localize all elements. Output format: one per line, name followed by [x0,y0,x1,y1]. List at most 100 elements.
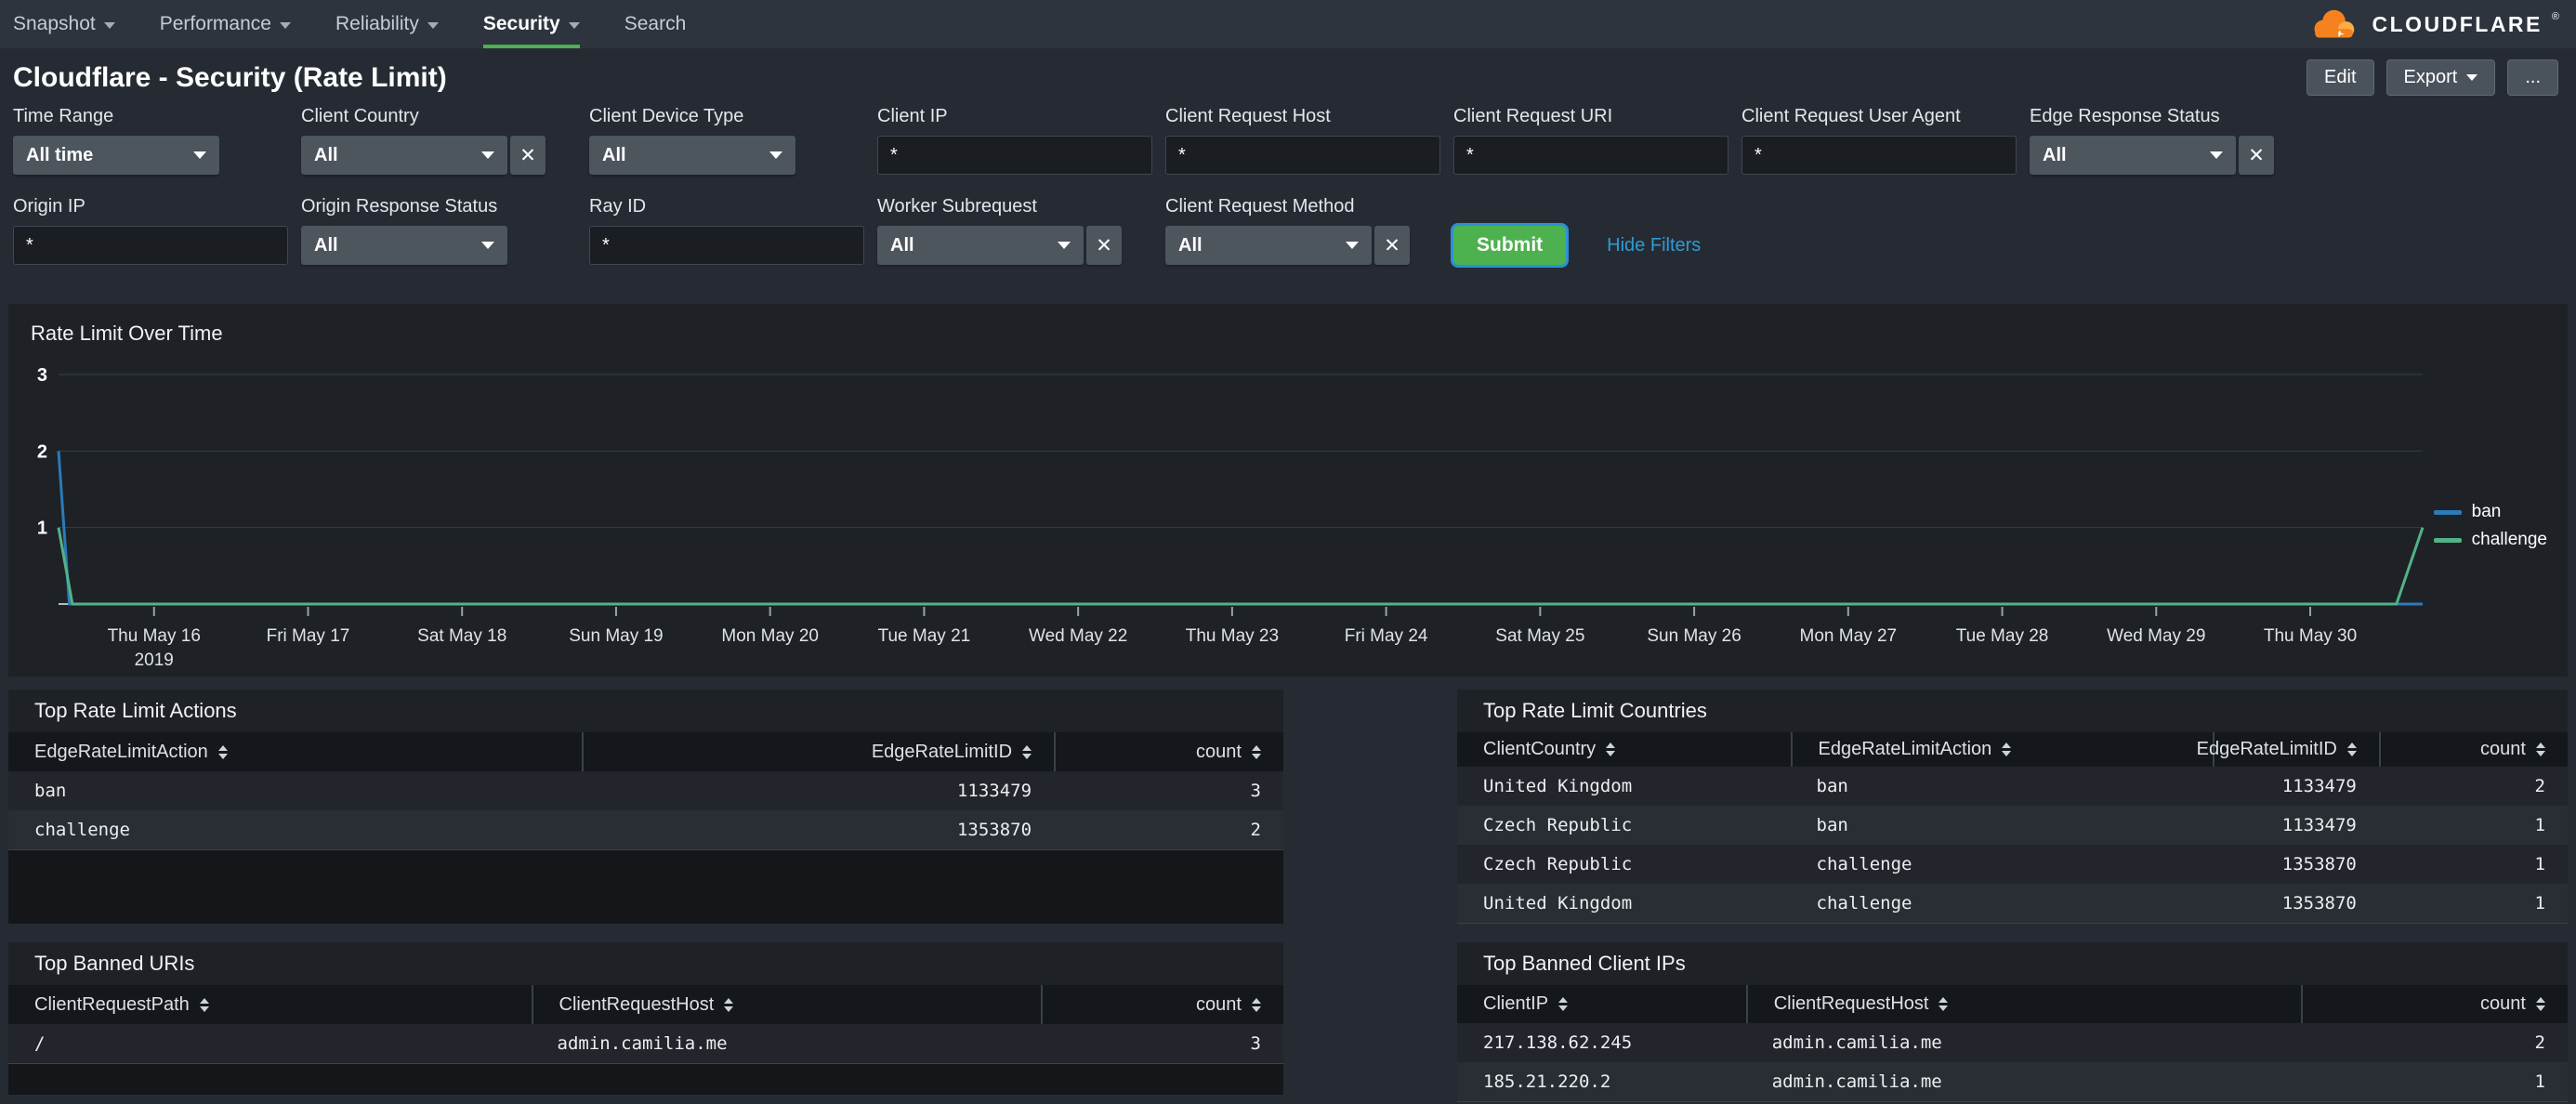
hide-filters-link[interactable]: Hide Filters [1607,235,1701,256]
rate-limit-over-time-panel: Rate Limit Over Time 1 2 3 Thu May 16 2019 Fr… [8,304,2568,677]
table-cell: 3 [1250,781,1261,801]
svg-text:Mon May 27: Mon May 27 [1800,626,1898,646]
column-header-label: ClientIP [1483,993,1549,1014]
svg-text:2019: 2019 [135,651,174,670]
nav-item-performance[interactable]: Performance [160,0,291,48]
selected-value: All [890,234,914,256]
column-header-label: ClientRequestPath [34,993,190,1015]
page-title: Cloudflare - Security (Rate Limit) [13,61,447,93]
table-header-row: EdgeRateLimitAction EdgeRateLimitID count [8,732,1283,771]
table-cell: 1353870 [2281,893,2357,913]
panel-top-banned-client-ips: Top Banned Client IPs ClientIP ClientReque… [1457,942,2568,1102]
time-range-select[interactable]: All time [13,136,219,175]
column-header-label: ClientRequestHost [1773,993,1929,1014]
table-cell: ban [1816,776,1848,796]
table-body: 217.138.62.245 admin.camilia.me 2 185.21.22… [1457,1023,2568,1102]
column-header-label: EdgeRateLimitAction [1818,739,1992,759]
legend-label: ban [2471,502,2502,521]
nav-item-label: Performance [159,13,271,34]
column-header-edgeratelimitaction[interactable]: EdgeRateLimitAction [8,732,582,771]
filter-label: Client Request Host [1165,106,1331,126]
sort-icon [724,998,733,1012]
nav-item-security[interactable]: Security [482,0,580,48]
column-header-clientrequesthost[interactable]: ClientRequestHost [531,985,1042,1024]
client-request-user-agent-input[interactable] [1741,136,2017,175]
filter-ray-id: Ray ID [589,195,877,265]
selected-value: All [602,144,626,165]
origin-response-status-select[interactable]: All [301,226,507,265]
nav-item-snapshot[interactable]: Snapshot [13,0,115,48]
column-header-clientrequestpath[interactable]: ClientRequestPath [8,985,532,1024]
selected-value: All [1178,234,1203,256]
dashboard-app: Snapshot Performance Reliability Security Se… [0,0,2576,1104]
sort-icon [2002,743,2011,756]
client-request-method-select[interactable]: All [1165,226,1372,265]
client-device-type-select[interactable]: All [589,136,795,175]
svg-text:3: 3 [37,365,47,386]
filter-row-1: Time Range All time Client Country All ✕ Clie… [13,105,2576,175]
table-cell: Czech Republic [1483,815,1633,835]
selected-value: All [314,144,338,165]
column-header-count[interactable]: count [1041,985,1283,1024]
column-header-label: count [2480,993,2526,1014]
caret-down-icon [1058,242,1071,249]
column-header-clientcountry[interactable]: ClientCountry [1457,732,1791,767]
svg-text:Mon May 20: Mon May 20 [721,626,819,646]
chart-title: Rate Limit Over Time [31,322,223,345]
caret-down-icon [279,21,291,29]
client-ip-input[interactable] [877,136,1152,175]
ray-id-input[interactable] [589,226,864,265]
column-header-count[interactable]: count [1054,732,1283,771]
client-request-host-input[interactable] [1165,136,1440,175]
export-button[interactable]: Export [2385,59,2496,96]
filter-client-request-user-agent: Client Request User Agent [1741,105,2030,175]
worker-subrequest-select[interactable]: All [877,226,1084,265]
filter-worker-subrequest: Worker Subrequest All ✕ [877,195,1165,265]
page-header: Cloudflare - Security (Rate Limit) Edit … [0,48,2576,103]
svg-text:Sun May 26: Sun May 26 [1647,626,1741,646]
nav-item-reliability[interactable]: Reliability [335,0,439,48]
caret-down-icon [481,242,494,249]
column-header-count[interactable]: count [2301,985,2568,1023]
table-cell: challenge [1816,854,1912,874]
selected-value: All time [26,144,94,165]
client-request-method-clear-button[interactable]: ✕ [1374,226,1410,265]
edge-response-status-clear-button[interactable]: ✕ [2239,136,2274,175]
column-header-edgeratelimitid[interactable]: EdgeRateLimitID [2197,732,2379,767]
table-cell: admin.camilia.me [1771,1071,1942,1092]
registered-mark: ® [2551,11,2559,22]
nav-item-search[interactable]: Search [624,0,687,48]
filter-label: Edge Response Status [2030,106,2220,126]
client-country-select[interactable]: All [301,136,507,175]
edge-response-status-select[interactable]: All [2030,136,2236,175]
client-country-clear-button[interactable]: ✕ [510,136,545,175]
table-cell: 1 [2534,815,2545,835]
submit-button[interactable]: Submit [1453,226,1567,265]
svg-text:Thu May 16: Thu May 16 [108,626,201,646]
sort-icon [1939,997,1948,1011]
filter-label: Ray ID [589,196,647,217]
filter-label: Client Device Type [589,106,744,126]
filter-time-range: Time Range All time [13,105,301,175]
column-header-edgeratelimitaction[interactable]: EdgeRateLimitAction [1790,732,2213,767]
caret-down-icon [193,151,206,159]
worker-subrequest-clear-button[interactable]: ✕ [1086,226,1122,265]
filter-edge-response-status: Edge Response Status All ✕ [2030,105,2318,175]
origin-ip-input[interactable] [13,226,288,265]
table-row: challenge 1353870 2 [8,810,1283,849]
edit-button[interactable]: Edit [2307,59,2374,96]
more-button[interactable]: ... [2507,59,2558,96]
panel-top-rate-limit-countries: Top Rate Limit Countries ClientCountry Edg… [1457,690,2568,924]
client-request-uri-input[interactable] [1453,136,1728,175]
column-header-clientrequesthost[interactable]: ClientRequestHost [1745,985,2302,1023]
column-header-edgeratelimitid[interactable]: EdgeRateLimitID [582,732,1054,771]
filter-origin-response-status: Origin Response Status All [301,195,589,265]
caret-down-icon [103,21,115,29]
filter-label: Client Request Method [1165,196,1355,217]
svg-text:1: 1 [37,519,47,539]
table-cell: challenge [1816,893,1912,913]
column-header-count[interactable]: count [2378,732,2568,767]
sort-icon [1558,997,1568,1011]
table-cell: admin.camilia.me [557,1033,728,1054]
column-header-clientip[interactable]: ClientIP [1457,985,1746,1023]
